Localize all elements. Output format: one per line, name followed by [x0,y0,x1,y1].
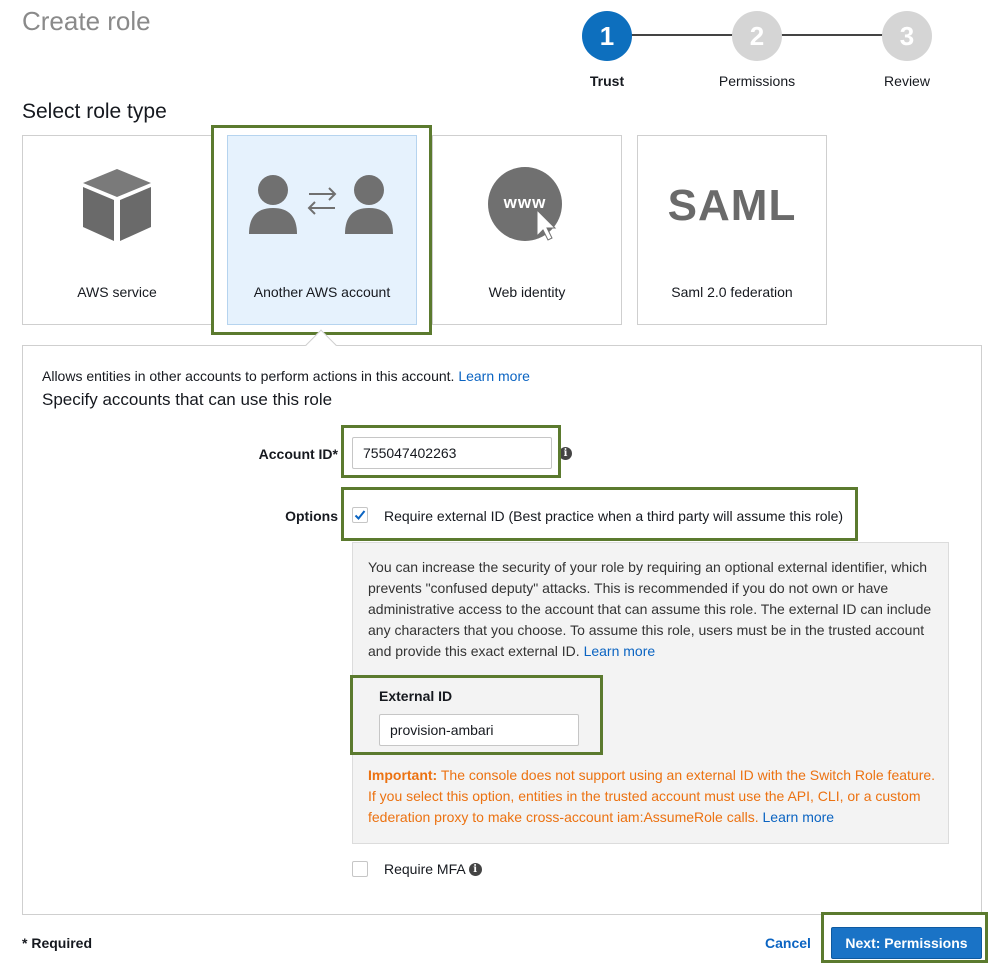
step-connector [631,34,733,36]
role-card-aws-service[interactable]: AWS service [22,135,212,325]
role-card-label: Web identity [488,284,566,300]
important-note: Important: The console does not support … [368,765,940,828]
step-3-label: Review [884,73,930,89]
step-2-label: Permissions [718,73,796,89]
role-card-label: AWS service [77,284,157,300]
checkmark-icon [354,510,366,520]
role-card-another-account[interactable]: Another AWS account [227,135,417,325]
role-card-web-identity[interactable]: www Web identity [432,135,622,325]
external-id-checkbox[interactable] [352,507,368,523]
role-card-saml[interactable]: SAML Saml 2.0 federation [637,135,827,325]
cube-icon [79,167,155,246]
options-label: Options [285,508,338,524]
mfa-checkbox[interactable] [352,861,368,877]
account-id-input[interactable]: 755047402263 [352,437,552,469]
panel-description: Allows entities in other accounts to per… [42,368,530,384]
users-exchange-icon [247,170,397,243]
mfa-row: Require MFA i [384,861,482,877]
account-id-label: Account ID* [258,446,338,462]
required-note: * Required [22,935,93,951]
step-1-circle: 1 [582,11,632,61]
info-icon[interactable]: i [559,447,572,460]
panel-subheading: Specify accounts that can use this role [42,390,333,409]
page-title: Create role [22,6,151,36]
mfa-info-icon[interactable]: i [468,862,482,876]
role-card-label: Another AWS account [253,284,391,300]
description-text: Allows entities in other accounts to per… [42,368,455,384]
saml-logo-icon: SAML [667,181,797,230]
step-connector [781,34,883,36]
www-text: www [503,193,547,212]
step-1-label: Trust [589,73,625,89]
info-learn-more-link[interactable]: Learn more [584,643,656,659]
cancel-button[interactable]: Cancel [765,935,811,951]
mfa-checkbox-label: Require MFA [384,861,466,877]
www-globe-icon: www [487,166,567,246]
external-id-checkbox-label: Require external ID (Best practice when … [384,508,844,524]
step-3-circle: 3 [882,11,932,61]
important-learn-more-link[interactable]: Learn more [763,809,835,825]
external-id-info-text: You can increase the security of your ro… [368,557,940,662]
important-label: Important: [368,767,438,783]
external-id-input[interactable]: provision-ambari [379,714,579,746]
next-permissions-button[interactable]: Next: Permissions [831,927,982,959]
role-type-heading: Select role type [22,100,167,123]
important-text: The console does not support using an ex… [368,767,936,825]
learn-more-link[interactable]: Learn more [458,368,530,384]
step-2-circle: 2 [732,11,782,61]
role-card-label: Saml 2.0 federation [671,284,793,300]
external-id-label: External ID [379,688,453,704]
